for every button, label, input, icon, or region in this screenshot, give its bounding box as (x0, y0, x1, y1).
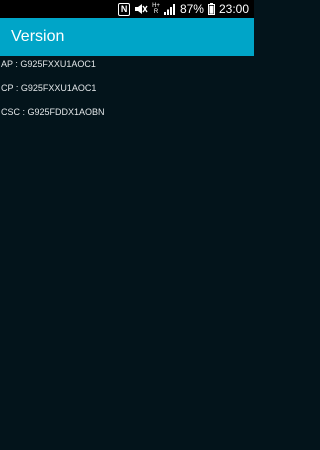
page-title: Version (11, 28, 65, 45)
app-bar: Version (0, 18, 254, 56)
ap-version: AP : G925FXXU1AOC1 (1, 59, 96, 69)
network-type-bottom: R (153, 9, 159, 15)
clock: 23:00 (218, 2, 249, 16)
status-bar: N H+ R 87% 23:00 (0, 0, 254, 18)
nfc-icon: N (118, 2, 131, 16)
cp-version: CP : G925FXXU1AOC1 (1, 83, 97, 93)
csc-version: CSC : G925FDDX1AOBN (1, 107, 105, 117)
version-list: AP : G925FXXU1AOC1 CP : G925FXXU1AOC1 CS… (0, 56, 254, 130)
network-type: H+ R (152, 2, 160, 16)
battery-percent: 87% (179, 2, 204, 16)
battery-icon (207, 2, 215, 16)
screen: N H+ R 87% 23:00 Version AP: G925FXXU1A… (0, 0, 254, 450)
signal-icon (163, 2, 176, 16)
mute-icon (134, 2, 148, 16)
